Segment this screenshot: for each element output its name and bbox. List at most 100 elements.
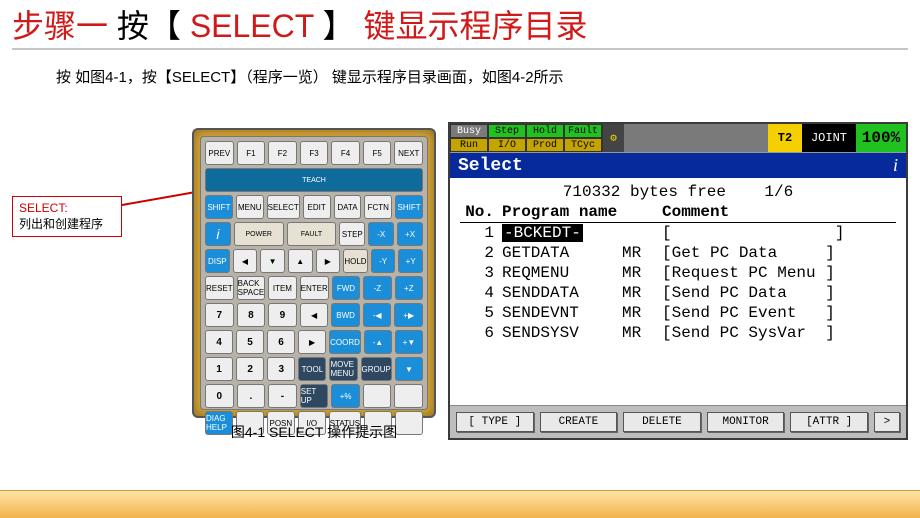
key-blank5[interactable] [395, 411, 423, 435]
key-minus-z[interactable]: -Z [363, 276, 391, 300]
status-run: Run [450, 138, 488, 152]
key-minus-x[interactable]: -X [368, 222, 394, 246]
softkey-monitor[interactable]: MONITOR [707, 412, 785, 432]
softkey-next[interactable]: > [874, 412, 900, 432]
key-tool[interactable]: TOOL [298, 357, 326, 381]
key-speed[interactable]: +% [331, 384, 360, 408]
key-f4[interactable]: F4 [331, 141, 360, 165]
info-icon[interactable]: i [205, 222, 231, 246]
softkey-delete[interactable]: DELETE [623, 412, 701, 432]
title-step: 步骤一 [12, 8, 108, 44]
key-move[interactable]: MOVE MENU [329, 357, 357, 381]
status-busy: Busy [450, 124, 488, 138]
key-1[interactable]: 1 [205, 357, 233, 381]
program-row[interactable]: 2GETDATAMR[Get PC Data ] [460, 243, 896, 263]
key-minus-j5[interactable]: -▲ [364, 330, 392, 354]
annotation-label: SELECT: [19, 201, 115, 215]
screen-title-bar: Select i [450, 153, 906, 178]
key-plus-y[interactable]: +Y [398, 249, 423, 273]
key-bwd[interactable]: BWD [331, 303, 360, 327]
status-prod: Prod [526, 138, 564, 152]
status-step: Step [488, 124, 526, 138]
title-select-word: SELECT [190, 8, 314, 44]
key-9[interactable]: 9 [268, 303, 297, 327]
key-up[interactable]: ▲ [288, 249, 313, 273]
col-name: Program name [502, 202, 622, 222]
status-fill [624, 124, 768, 152]
key-select[interactable]: SELECT [267, 195, 300, 219]
key-group[interactable]: GROUP [361, 357, 392, 381]
key-edit[interactable]: EDIT [303, 195, 331, 219]
pendant-row-menu: SHIFT MENU SELECT EDIT DATA FCTN SHIFT [205, 195, 423, 219]
key-diag[interactable]: DIAG HELP [205, 411, 233, 435]
status-fault: Fault [564, 124, 602, 138]
intro-text: 按 如图4-1，按【SELECT】（程序一览） 键显示程序目录画面，如图4-2所… [56, 66, 920, 87]
key-4[interactable]: 4 [205, 330, 233, 354]
program-row[interactable]: 3REQMENUMR[Request PC Menu ] [460, 263, 896, 283]
key-f3[interactable]: F3 [300, 141, 329, 165]
col-comment: Comment [662, 202, 896, 222]
key-minus-y[interactable]: -Y [371, 249, 396, 273]
key-reset[interactable]: RESET [205, 276, 234, 300]
key-plus-j5[interactable]: +▼ [395, 330, 423, 354]
title-sep1: 按【 [117, 8, 181, 44]
key-arrow-r[interactable]: ▶ [298, 330, 326, 354]
program-row[interactable]: 1-BCKEDT-[ ] [460, 223, 896, 243]
key-disp[interactable]: DISP [205, 249, 230, 273]
key-fwd[interactable]: FWD [332, 276, 360, 300]
key-plus-j6[interactable]: ▼ [395, 357, 423, 381]
key-f2[interactable]: F2 [268, 141, 297, 165]
key-arrow-l[interactable]: ◀ [300, 303, 329, 327]
pendant-device: PREV F1 F2 F3 F4 F5 NEXT TEACH SHIFT MEN… [192, 128, 436, 418]
key-blank2[interactable] [394, 384, 423, 408]
program-row[interactable]: 5SENDEVNTMR[Send PC Event ] [460, 303, 896, 323]
key-3[interactable]: 3 [267, 357, 295, 381]
program-row[interactable]: 4SENDDATAMR[Send PC Data ] [460, 283, 896, 303]
key-6[interactable]: 6 [267, 330, 295, 354]
key-fctn[interactable]: FCTN [364, 195, 392, 219]
title-sep2: 】 [323, 8, 355, 44]
softkey-type[interactable]: [ TYPE ] [456, 412, 534, 432]
program-select-screen: Busy Step Hold Fault Run I/O Prod TCyc ⚙… [448, 122, 908, 440]
key-f5[interactable]: F5 [363, 141, 392, 165]
key-back[interactable]: BACK SPACE [237, 276, 266, 300]
program-row[interactable]: 6SENDSYSVMR[Send PC SysVar ] [460, 323, 896, 343]
title-rule [12, 48, 908, 50]
pendant-row-fn: PREV F1 F2 F3 F4 F5 NEXT [205, 141, 423, 165]
key-f1[interactable]: F1 [237, 141, 266, 165]
key-data[interactable]: DATA [334, 195, 362, 219]
key-hold[interactable]: HOLD [343, 249, 368, 273]
key-blank1[interactable] [363, 384, 392, 408]
key-next[interactable]: NEXT [394, 141, 423, 165]
key-5[interactable]: 5 [236, 330, 264, 354]
key-minus[interactable]: - [268, 384, 297, 408]
column-headers: No. Program name Comment [460, 202, 896, 223]
key-right[interactable]: ▶ [316, 249, 341, 273]
key-down[interactable]: ▼ [260, 249, 285, 273]
softkey-attr[interactable]: [ATTR ] [790, 412, 868, 432]
key-7[interactable]: 7 [205, 303, 234, 327]
key-menu[interactable]: MENU [236, 195, 264, 219]
key-setup[interactable]: SET UP [300, 384, 329, 408]
key-0[interactable]: 0 [205, 384, 234, 408]
softkey-create[interactable]: CREATE [540, 412, 618, 432]
key-prev[interactable]: PREV [205, 141, 234, 165]
key-plus-x[interactable]: +X [397, 222, 423, 246]
screen-title: Select [458, 156, 523, 176]
key-shift-left[interactable]: SHIFT [205, 195, 233, 219]
key-shift-right[interactable]: SHIFT [395, 195, 423, 219]
key-plus-j4[interactable]: +▶ [394, 303, 423, 327]
key-enter[interactable]: ENTER [300, 276, 329, 300]
key-plus-z[interactable]: +Z [395, 276, 423, 300]
status-speed: 100% [856, 124, 906, 152]
key-coord[interactable]: COORD [329, 330, 361, 354]
info-icon[interactable]: i [893, 155, 898, 176]
key-step[interactable]: STEP [339, 222, 365, 246]
key-2[interactable]: 2 [236, 357, 264, 381]
key-item[interactable]: ITEM [268, 276, 296, 300]
key-left[interactable]: ◀ [233, 249, 258, 273]
key-dot[interactable]: . [237, 384, 266, 408]
status-t2: T2 [768, 124, 802, 152]
key-minus-j4[interactable]: -◀ [363, 303, 392, 327]
key-8[interactable]: 8 [237, 303, 266, 327]
